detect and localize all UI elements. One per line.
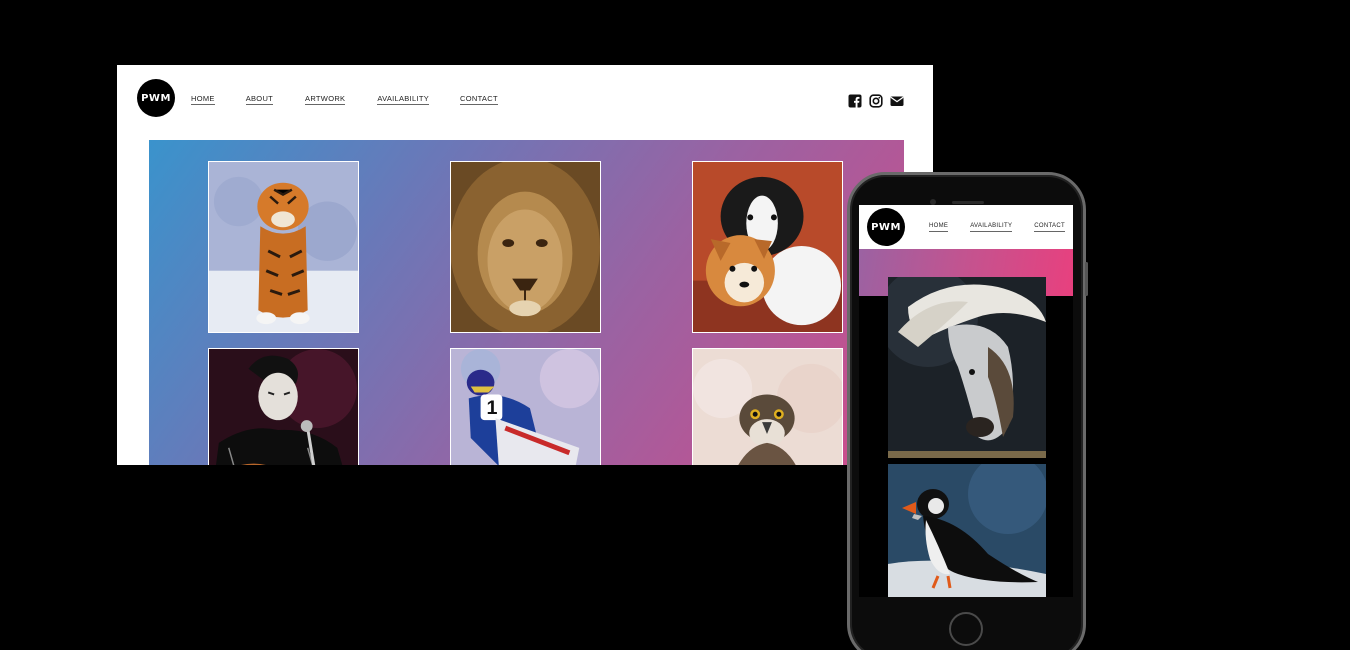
artwork-falcon[interactable] [692, 348, 843, 465]
mobile-header: PWM HOME AVAILABILITY CONTACT [859, 205, 1073, 249]
nav-about[interactable]: ABOUT [245, 94, 274, 105]
artwork-tiger[interactable] [208, 161, 359, 333]
artwork-lion[interactable] [450, 161, 601, 333]
phone-screen: PWM HOME AVAILABILITY CONTACT [859, 205, 1073, 597]
mobile-nav: HOME AVAILABILITY CONTACT [929, 223, 1065, 233]
phone-home-button [949, 612, 983, 646]
mobile-nav-availability[interactable]: AVAILABILITY [970, 223, 1013, 233]
facebook-icon[interactable] [848, 94, 862, 108]
instagram-icon[interactable] [869, 94, 883, 108]
artwork-gallery: 1 [149, 140, 904, 465]
mobile-nav-home[interactable]: HOME [929, 223, 949, 233]
site-logo[interactable]: PWM [137, 79, 175, 117]
artwork-motorcycle-racer[interactable]: 1 [450, 348, 601, 465]
desktop-mockup: PWM HOME ABOUT ARTWORK AVAILABILITY CONT… [117, 65, 933, 465]
mobile-site-logo[interactable]: PWM [867, 208, 905, 246]
nav-contact[interactable]: CONTACT [460, 94, 498, 105]
nav-artwork[interactable]: ARTWORK [305, 94, 346, 105]
artwork-puppies[interactable] [692, 161, 843, 333]
social-links [848, 94, 904, 108]
site-header: PWM HOME ABOUT ARTWORK AVAILABILITY CONT… [117, 65, 933, 135]
artwork-elvis[interactable] [208, 348, 359, 465]
phone-speaker [952, 201, 984, 204]
mobile-nav-contact[interactable]: CONTACT [1034, 223, 1065, 233]
phone-side-button [1085, 262, 1088, 296]
nav-home[interactable]: HOME [191, 94, 215, 105]
nav-availability[interactable]: AVAILABILITY [377, 94, 430, 105]
svg-text:1: 1 [487, 397, 498, 419]
main-nav: HOME ABOUT ARTWORK AVAILABILITY CONTACT [191, 94, 498, 105]
mail-icon[interactable] [890, 94, 904, 108]
artwork-white-horse[interactable] [888, 277, 1046, 458]
artwork-puffin[interactable] [888, 464, 1046, 597]
